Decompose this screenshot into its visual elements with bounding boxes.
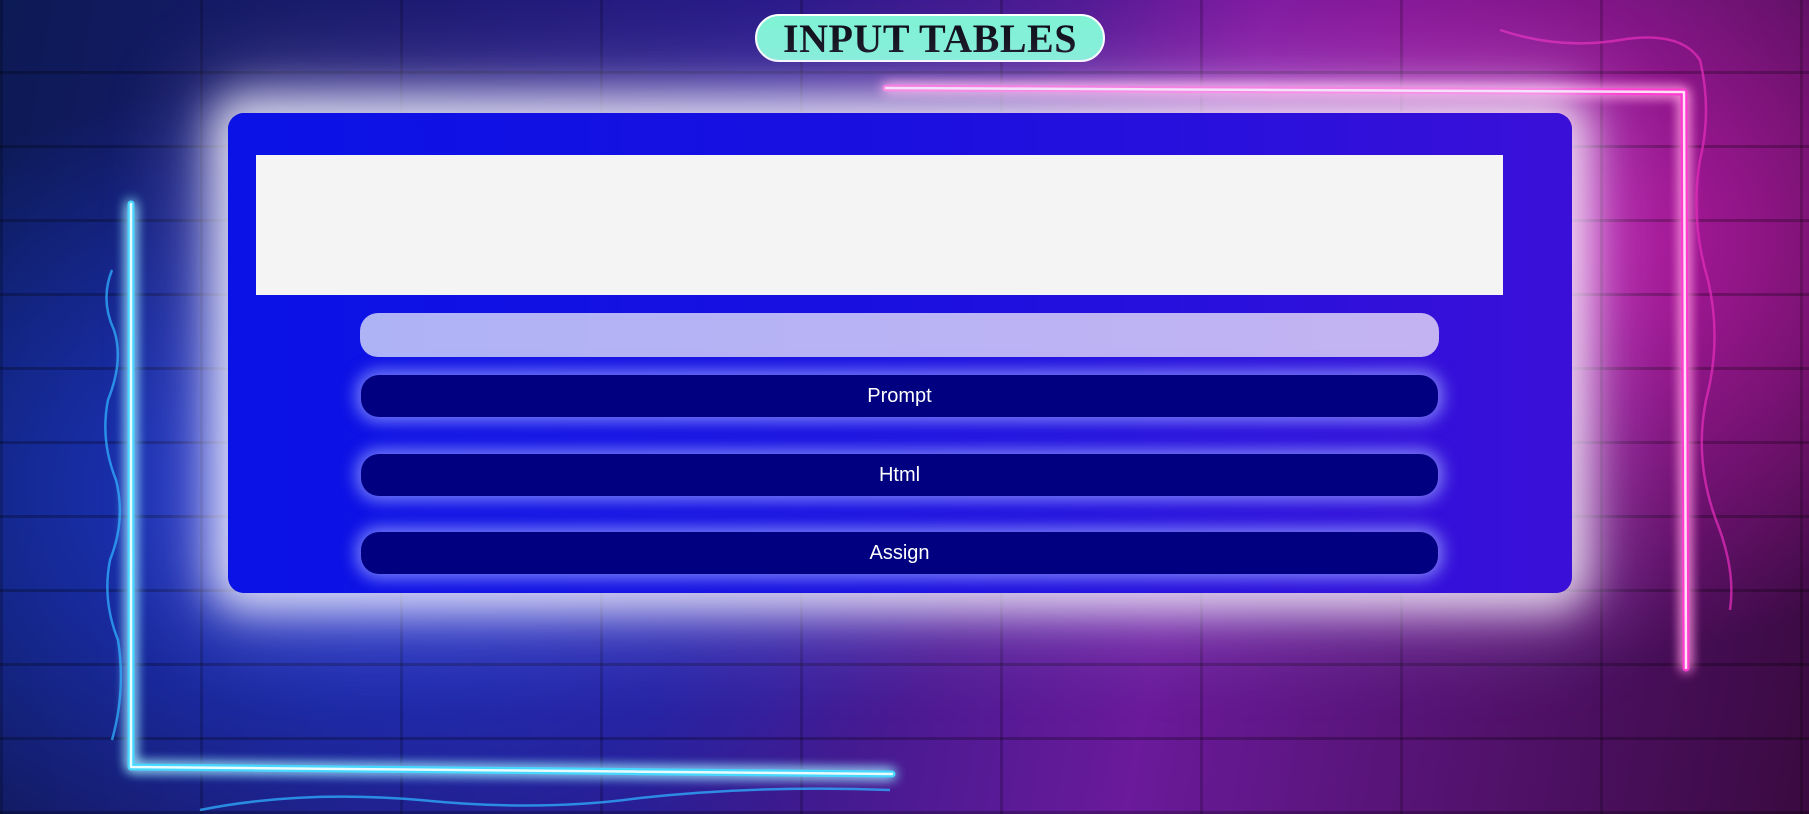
prompt-button[interactable]: Prompt <box>361 375 1438 417</box>
input-tables-panel: Prompt Html Assign <box>228 113 1572 593</box>
page-title-badge: INPUT TABLES <box>755 14 1105 62</box>
output-display-area <box>256 155 1503 295</box>
neon-brick-background: INPUT TABLES Prompt Html Assign <box>0 0 1809 814</box>
assign-button[interactable]: Assign <box>361 532 1438 574</box>
page-title: INPUT TABLES <box>783 15 1077 61</box>
table-input-field[interactable] <box>360 313 1439 357</box>
html-button[interactable]: Html <box>361 454 1438 496</box>
